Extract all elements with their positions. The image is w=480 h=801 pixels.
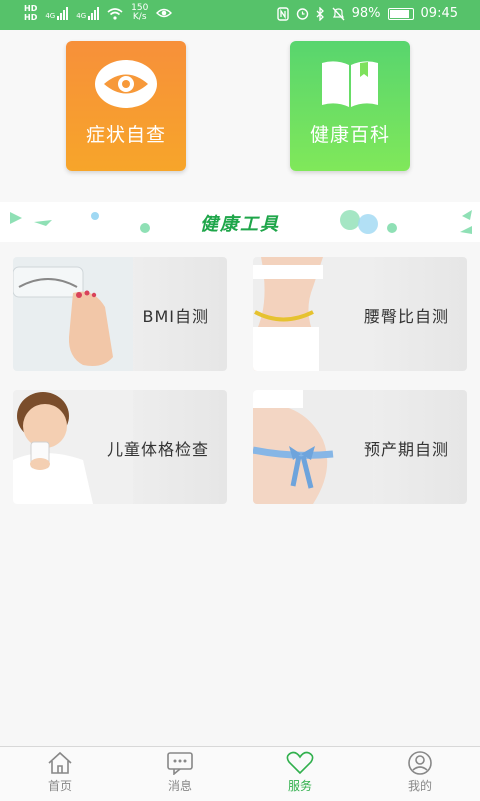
hd-label-1: HD (24, 4, 38, 13)
waist-hip-tool-card[interactable]: 腰臀比自测 (253, 257, 467, 371)
profile-icon (408, 751, 432, 775)
child-check-tool-card[interactable]: 儿童体格检查 (13, 390, 227, 504)
symptom-check-card[interactable]: 症状自查 (66, 41, 186, 171)
clock: 09:45 (420, 6, 458, 21)
wifi-icon (107, 7, 123, 20)
tab-profile-label: 我的 (407, 779, 432, 793)
health-tools-banner: 健康工具 (0, 202, 480, 242)
mute-bell-icon (332, 7, 345, 20)
status-right: 98% 09:45 (276, 6, 458, 21)
pregnancy-photo-icon (253, 390, 373, 504)
signal-2: 4G (76, 6, 100, 20)
symptom-check-label: 症状自查 (85, 124, 166, 146)
bluetooth-icon (316, 6, 324, 21)
eye-status-icon (156, 8, 173, 18)
network-type-2: 4G (76, 12, 87, 20)
health-encyclopedia-card[interactable]: 健康百科 (290, 41, 410, 171)
bmi-tool-card[interactable]: BMI自测 (13, 257, 227, 371)
due-date-tool-card[interactable]: 预产期自测 (253, 390, 467, 504)
scale-photo-icon (13, 257, 133, 371)
due-date-label: 预产期自测 (363, 440, 449, 459)
tab-profile[interactable]: 我的 (380, 751, 460, 794)
battery-icon (387, 7, 414, 20)
tab-services[interactable]: 服务 (260, 751, 340, 794)
hd-label-2: HD (24, 13, 38, 22)
battery-percent: 98% (351, 6, 381, 21)
heart-icon (286, 751, 314, 775)
signal-bars-1-icon (57, 6, 69, 20)
signal-1: 4G (45, 6, 69, 20)
status-bar: HD HD 4G 4G 150 K/s 98% 09:45 (0, 0, 480, 30)
tab-home-label: 首页 (47, 779, 72, 793)
health-encyclopedia-label: 健康百科 (309, 124, 390, 146)
top-area: 症状自查 健康百科 (0, 30, 480, 202)
tab-messages[interactable]: 消息 (140, 751, 220, 794)
waist-photo-icon (253, 257, 373, 371)
message-icon (167, 752, 193, 775)
status-left: HD HD 4G 4G 150 K/s (24, 4, 173, 22)
network-speed: 150 K/s (131, 4, 148, 22)
tab-services-label: 服务 (287, 779, 312, 793)
alarm-icon (296, 8, 308, 20)
bmi-label: BMI自测 (142, 307, 209, 326)
nfc-icon (276, 6, 289, 21)
eye-icon (94, 59, 158, 109)
tab-messages-label: 消息 (167, 779, 192, 793)
network-type-1: 4G (45, 12, 56, 20)
speed-unit: K/s (132, 12, 147, 22)
signal-bars-2-icon (88, 6, 100, 20)
banner-title: 健康工具 (200, 214, 280, 235)
hd-indicators: HD HD (24, 4, 37, 22)
home-icon (48, 751, 72, 774)
child-check-label: 儿童体格检查 (106, 440, 209, 459)
bottom-tab-bar: 首页 消息 服务 我的 (0, 746, 480, 801)
tab-home[interactable]: 首页 (20, 751, 100, 794)
book-icon (318, 59, 382, 109)
waist-hip-label: 腰臀比自测 (363, 307, 449, 326)
battery-fill (389, 9, 410, 18)
